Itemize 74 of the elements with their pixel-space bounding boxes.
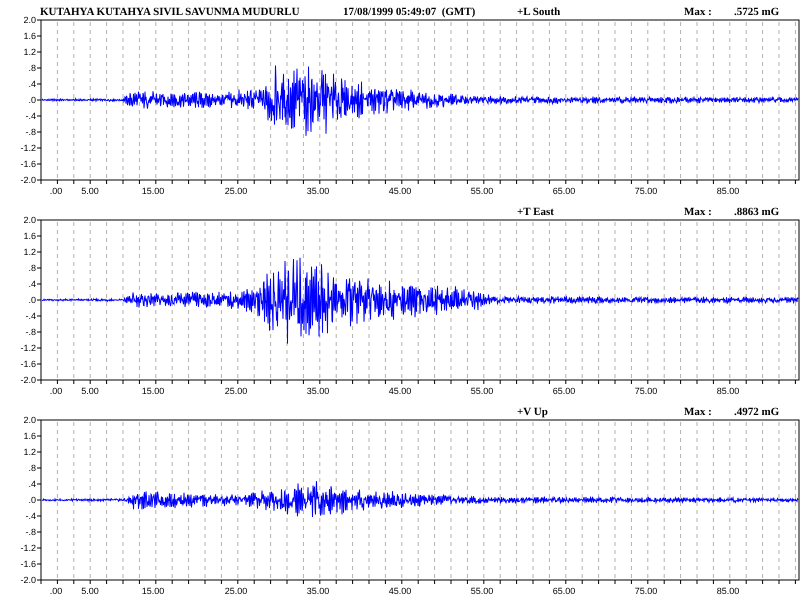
x-axis-label: 25.00 [224,186,248,196]
y-axis-label: 2.0 [23,415,36,425]
x-axis-label: 55.00 [470,186,494,196]
x-axis-label: 65.00 [552,386,576,396]
x-axis-label: 35.00 [306,386,330,396]
x-axis-label: 55.00 [470,386,494,396]
y-axis-label: .0 [28,95,36,105]
y-axis-label: -1.6 [20,559,36,569]
y-axis-label: -1.2 [20,143,36,153]
y-axis-label: 1.6 [23,431,36,441]
y-axis-label: .8 [28,63,36,73]
x-axis-label: 75.00 [634,586,658,596]
x-axis-label: .00 [50,186,62,196]
y-axis-label: -.8 [25,327,36,337]
x-axis-label: 25.00 [224,586,248,596]
x-axis-label: 45.00 [388,586,412,596]
y-axis-label: -1.2 [20,543,36,553]
channel-label: +T East [517,206,554,218]
max-value: .4972 mG [734,406,780,418]
y-axis-label: .8 [28,463,36,473]
x-axis-label: 75.00 [634,186,658,196]
y-axis-label: 2.0 [23,215,36,225]
x-axis-label: 15.00 [142,386,164,396]
x-axis-label: 5.00 [81,586,99,596]
y-axis-label: .4 [28,279,36,289]
y-axis-label: 1.2 [23,247,36,257]
channel-label: +V Up [517,406,548,418]
station-title: KUTAHYA KUTAHYA SIVIL SAVUNMA MUDURLU [40,6,300,18]
x-axis-label: 5.00 [81,386,99,396]
x-axis-label: 15.00 [142,186,164,196]
y-axis-label: 1.2 [23,47,36,57]
x-axis-label: 75.00 [634,386,658,396]
x-axis-label: 5.00 [81,186,99,196]
x-axis-label: 45.00 [388,386,412,396]
x-axis-label: 65.00 [552,186,576,196]
y-axis-label: -.4 [25,111,36,121]
y-axis-label: -2.0 [20,575,36,585]
y-axis-label: 1.2 [23,447,36,457]
max-value: .5725 mG [734,6,780,18]
max-value: .8863 mG [734,206,780,218]
y-axis-label: 2.0 [23,15,36,25]
y-axis-label: -1.6 [20,159,36,169]
y-axis-label: -1.2 [20,343,36,353]
x-axis-label: 85.00 [716,386,740,396]
channel-label: +L South [517,6,560,18]
x-axis-label: 55.00 [470,586,494,596]
y-axis-label: .0 [28,495,36,505]
x-axis-label: 15.00 [142,586,164,596]
max-label: Max : [684,406,712,418]
y-axis-label: 1.6 [23,31,36,41]
x-axis-label: 65.00 [552,586,576,596]
x-axis-label: 35.00 [306,586,330,596]
x-axis-label: .00 [50,586,62,596]
max-label: Max : [684,6,712,18]
y-axis-label: 1.6 [23,231,36,241]
y-axis-label: .4 [28,479,36,489]
y-axis-label: -2.0 [20,375,36,385]
x-axis-label: 25.00 [224,386,248,396]
x-axis-label: .00 [50,386,62,396]
max-label: Max : [684,206,712,218]
y-axis-label: -.4 [25,511,36,521]
y-axis-label: .8 [28,263,36,273]
x-axis-label: 85.00 [716,586,740,596]
y-axis-label: -1.6 [20,359,36,369]
y-axis-label: .4 [28,79,36,89]
x-axis-label: 85.00 [716,186,740,196]
y-axis-label: -.8 [25,527,36,537]
y-axis-label: -.4 [25,311,36,321]
y-axis-label: -2.0 [20,175,36,185]
x-axis-label: 35.00 [306,186,330,196]
x-axis-label: 45.00 [388,186,412,196]
y-axis-label: -.8 [25,127,36,137]
date-time-label: 17/08/1999 05:49:07 (GMT) [343,6,476,18]
y-axis-label: .0 [28,295,36,305]
